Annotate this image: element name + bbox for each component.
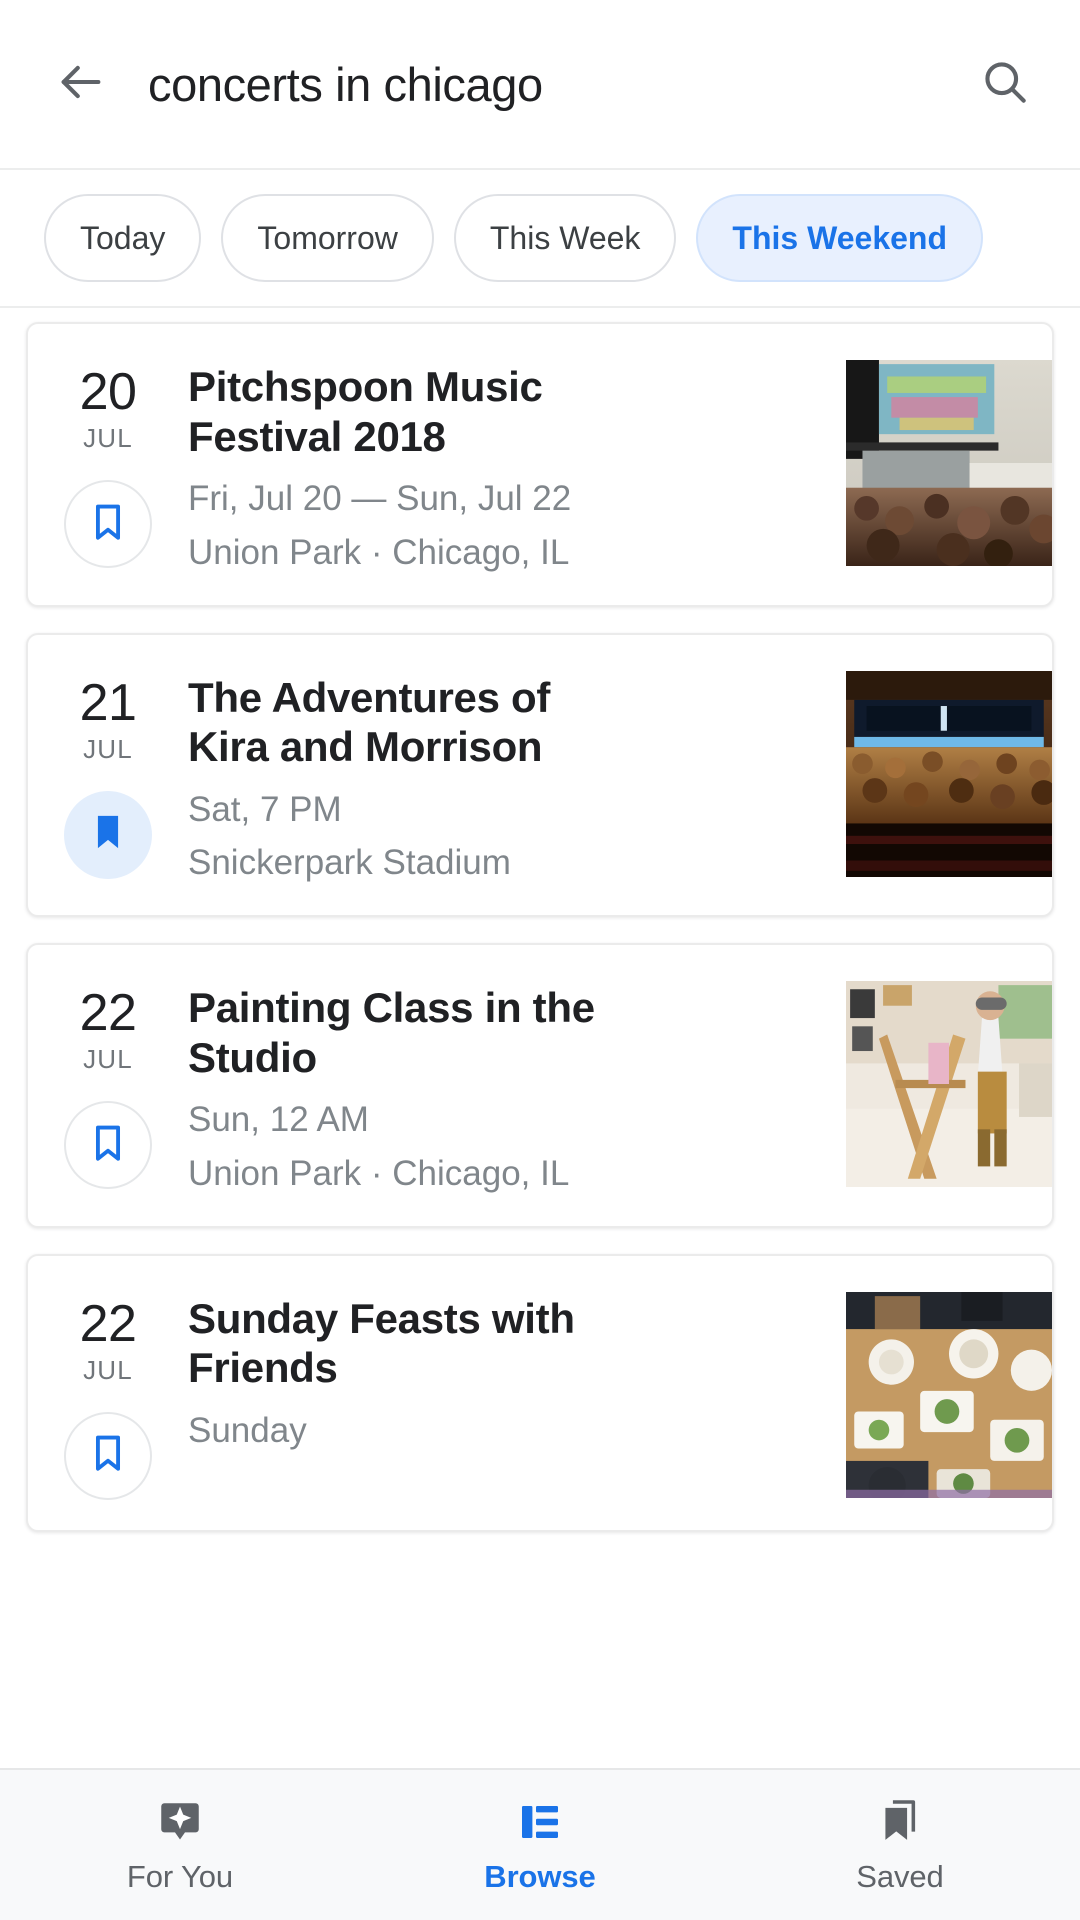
event-list[interactable]: 20 JUL Pitchspoon Music Festival 2018 Fr… — [0, 308, 1080, 1920]
search-button[interactable] — [972, 51, 1038, 117]
chip-label: This Week — [489, 219, 641, 256]
list-view-icon — [516, 1795, 564, 1849]
filter-chip-row: Today Tomorrow This Week This Weekend — [0, 170, 1080, 308]
bookmark-outline-icon — [86, 500, 130, 549]
event-datetime: Sun, 12 AM — [188, 1100, 369, 1140]
search-icon — [979, 56, 1031, 113]
event-day: 22 — [79, 1294, 137, 1353]
event-thumbnail-column — [846, 670, 1052, 886]
event-datetime: Fri, Jul 20 — Sun, Jul 22 — [188, 479, 572, 519]
event-date-column: 22 JUL — [28, 981, 188, 1196]
event-text-column: Painting Class in the Studio Sun, 12 AM … — [188, 981, 846, 1196]
nav-label: For You — [126, 1859, 234, 1894]
bookmark-toggle[interactable] — [64, 1101, 152, 1190]
event-thumbnail-column — [846, 360, 1052, 575]
event-month: JUL — [83, 1044, 133, 1075]
arrow-back-icon — [55, 56, 107, 113]
event-date-column: 22 JUL — [28, 1292, 188, 1500]
event-month: JUL — [83, 733, 133, 764]
events-search-screen: concerts in chicago Today Tomorrow This … — [0, 0, 1080, 1920]
event-title: Pitchspoon Music Festival 2018 — [188, 363, 543, 460]
event-thumbnail — [846, 670, 1052, 877]
chip-this-weekend[interactable]: This Weekend — [696, 194, 983, 282]
event-thumbnail-column — [846, 981, 1052, 1196]
event-day: 21 — [79, 673, 137, 732]
event-card[interactable]: 21 JUL The Adventures of Kira and Morris… — [26, 632, 1054, 918]
event-card[interactable]: 22 JUL Painting Class in the Studio Sun,… — [26, 943, 1054, 1228]
event-venue: Union Park · Chicago, IL — [188, 1154, 570, 1194]
search-input[interactable]: concerts in chicago — [114, 57, 972, 112]
search-bar: concerts in chicago — [0, 0, 1080, 170]
bottom-navigation: For You Browse Saved — [0, 1768, 1080, 1920]
event-thumbnail — [846, 981, 1052, 1188]
chip-tomorrow[interactable]: Tomorrow — [221, 194, 434, 282]
event-day: 20 — [79, 363, 137, 421]
bookmark-filled-icon — [86, 810, 130, 859]
event-text-column: Sunday Feasts with Friends Sunday — [188, 1292, 846, 1500]
event-day: 22 — [79, 984, 137, 1043]
nav-label: Browse — [484, 1859, 596, 1894]
event-month: JUL — [83, 1354, 133, 1385]
event-thumbnail — [846, 1291, 1052, 1498]
event-thumbnail — [846, 360, 1052, 566]
chip-label: This Weekend — [732, 219, 947, 256]
event-date-column: 20 JUL — [28, 360, 188, 575]
event-title: Sunday Feasts with Friends — [188, 1294, 575, 1392]
event-card[interactable]: 20 JUL Pitchspoon Music Festival 2018 Fr… — [26, 322, 1054, 607]
chip-label: Tomorrow — [257, 219, 398, 256]
chip-today[interactable]: Today — [44, 194, 202, 282]
event-datetime: Sunday — [188, 1410, 307, 1450]
event-datetime: Sat, 7 PM — [188, 789, 342, 829]
event-title: Painting Class in the Studio — [188, 984, 595, 1081]
event-text-column: The Adventures of Kira and Morrison Sat,… — [188, 671, 846, 886]
event-thumbnail-column — [846, 1291, 1052, 1500]
event-title: The Adventures of Kira and Morrison — [188, 673, 551, 771]
bookmark-outline-icon — [86, 1431, 130, 1480]
event-month: JUL — [83, 423, 133, 454]
nav-item-browse[interactable]: Browse — [360, 1770, 720, 1920]
event-date-column: 21 JUL — [28, 671, 188, 886]
bookmark-toggle[interactable] — [64, 480, 152, 569]
assistant-bubble-icon — [155, 1795, 205, 1849]
event-text-column: Pitchspoon Music Festival 2018 Fri, Jul … — [188, 360, 846, 575]
back-button[interactable] — [48, 51, 114, 117]
chip-this-week[interactable]: This Week — [453, 194, 677, 282]
bookmark-toggle[interactable] — [64, 790, 152, 879]
event-venue: Union Park · Chicago, IL — [188, 532, 570, 572]
nav-item-for-you[interactable]: For You — [0, 1770, 360, 1920]
bookmarks-stack-icon — [875, 1795, 925, 1849]
bookmark-outline-icon — [86, 1121, 130, 1170]
event-card[interactable]: 22 JUL Sunday Feasts with Friends Sunday — [26, 1253, 1054, 1532]
event-venue: Snickerpark Stadium — [188, 843, 511, 883]
nav-label: Saved — [856, 1859, 944, 1894]
bookmark-toggle[interactable] — [64, 1411, 152, 1500]
chip-label: Today — [80, 219, 166, 256]
nav-item-saved[interactable]: Saved — [720, 1770, 1080, 1920]
